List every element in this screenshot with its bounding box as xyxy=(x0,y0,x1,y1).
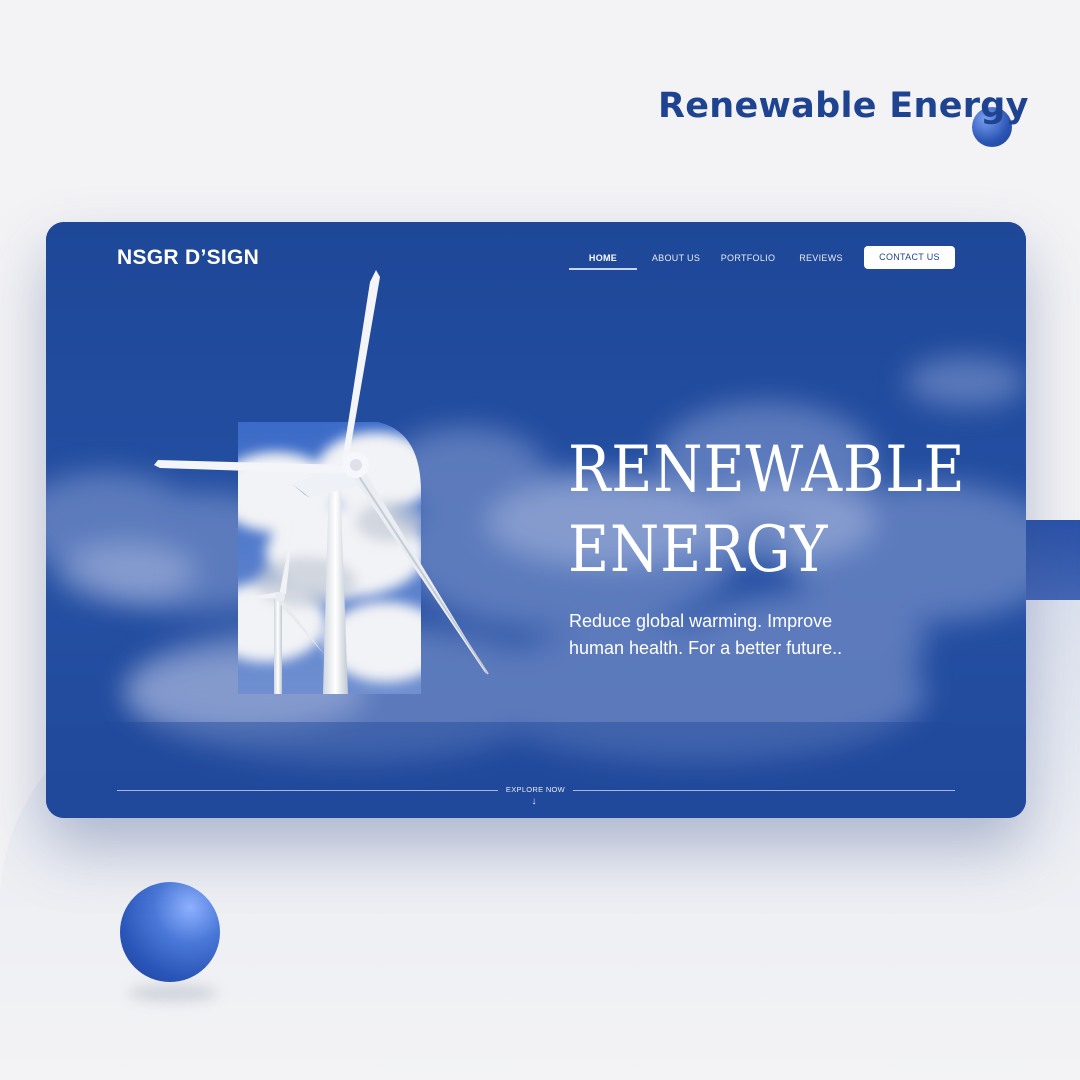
hero-subtitle: Reduce global warming. Improve human hea… xyxy=(569,608,909,662)
hero-title-line-2: ENERGY xyxy=(568,513,829,587)
website-mockup-card: NSGR D’SIGN HOME ABOUT US PORTFOLIO REVI… xyxy=(46,222,1026,818)
nav-active-underline xyxy=(569,268,637,270)
nav-reviews[interactable]: REVIEWS xyxy=(795,248,847,268)
hero-title-line-1: RENEWABLE xyxy=(568,433,966,507)
decorative-ball-shadow xyxy=(128,984,218,1002)
arrow-down-icon[interactable]: ↓ xyxy=(526,796,542,807)
explore-divider-right xyxy=(573,790,955,791)
nav-portfolio[interactable]: PORTFOLIO xyxy=(719,248,777,268)
site-logo[interactable]: NSGR D’SIGN xyxy=(117,246,259,270)
poster-title: Renewable Energy xyxy=(658,86,1029,126)
nav-home[interactable]: HOME xyxy=(569,248,637,268)
hero-subtitle-line-1: Reduce global warming. Improve xyxy=(569,611,833,631)
explore-now-link[interactable]: EXPLORE NOW xyxy=(498,785,573,794)
hero-subtitle-line-2: human health. For a better future.. xyxy=(569,638,843,658)
nav-about-us[interactable]: ABOUT US xyxy=(647,248,705,268)
decorative-ball xyxy=(120,882,220,982)
explore-divider-left xyxy=(117,790,498,791)
hero-title: RENEWABLE ENERGY xyxy=(568,430,965,590)
contact-us-button[interactable]: CONTACT US xyxy=(864,246,955,269)
